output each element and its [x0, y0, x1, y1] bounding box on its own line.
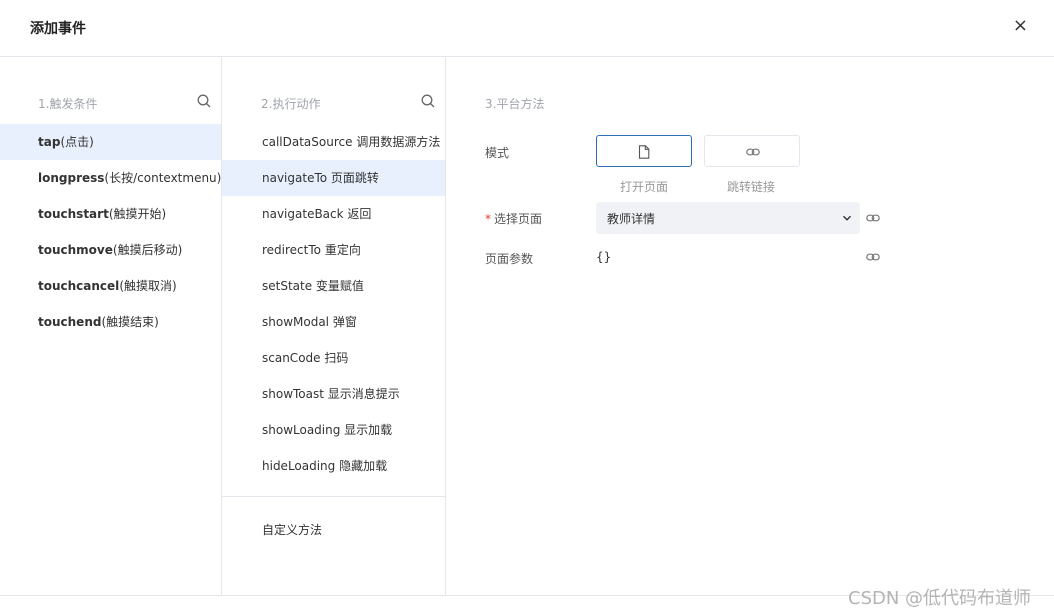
add-event-dialog: 添加事件 × 1.触发条件 tap(点击) longpress(长按/conte…: [0, 0, 1054, 615]
open-page-mode-button[interactable]: [596, 135, 692, 167]
trigger-item[interactable]: touchmove(触摸后移动): [0, 232, 221, 268]
custom-method-item[interactable]: 自定义方法: [262, 521, 322, 538]
trigger-column: 1.触发条件 tap(点击) longpress(长按/contextmenu)…: [0, 57, 222, 595]
action-item[interactable]: redirectTo 重定向: [222, 232, 445, 268]
trigger-item[interactable]: tap(点击): [0, 124, 221, 160]
action-heading: 2.执行动作: [261, 97, 321, 111]
action-item[interactable]: navigateBack 返回: [222, 196, 445, 232]
chevron-down-icon: [842, 215, 852, 221]
page-params-label: 页面参数: [485, 252, 534, 266]
link-icon: [746, 148, 760, 156]
action-item[interactable]: hideLoading 隐藏加载: [222, 448, 445, 484]
trigger-item[interactable]: touchstart(触摸开始): [0, 196, 221, 232]
action-item[interactable]: showLoading 显示加载: [222, 412, 445, 448]
action-item[interactable]: showToast 显示消息提示: [222, 376, 445, 412]
dialog-header: 添加事件 ×: [0, 0, 1054, 57]
select-page-label: * 选择页面: [485, 212, 543, 226]
page-select[interactable]: 教师详情: [596, 202, 860, 234]
open-page-label: 打开页面: [620, 180, 669, 194]
action-item[interactable]: callDataSource 调用数据源方法: [222, 124, 445, 160]
file-icon: [638, 145, 650, 159]
action-item[interactable]: navigateTo 页面跳转: [222, 160, 445, 196]
trigger-heading: 1.触发条件: [38, 97, 98, 111]
required-mark: *: [485, 212, 491, 226]
dialog-title: 添加事件: [30, 21, 86, 37]
trigger-item[interactable]: touchcancel(触摸取消): [0, 268, 221, 304]
mode-label: 模式: [485, 146, 510, 160]
action-list: callDataSource 调用数据源方法 navigateTo 页面跳转 n…: [222, 124, 445, 484]
action-item[interactable]: showModal 弹窗: [222, 304, 445, 340]
close-icon[interactable]: ×: [1013, 17, 1028, 35]
watermark: CSDN @低代码布道师: [848, 588, 1032, 609]
jump-link-label: 跳转链接: [727, 180, 776, 194]
platform-column: 3.平台方法 模式 打开页面 跳转链接 * 选择页面 教师详情 页面参数 {}: [446, 57, 1054, 595]
jump-link-mode-button[interactable]: [704, 135, 800, 167]
action-item[interactable]: setState 变量赋值: [222, 268, 445, 304]
trigger-list: tap(点击) longpress(长按/contextmenu) touchs…: [0, 124, 221, 340]
page-select-value: 教师详情: [607, 212, 656, 226]
trigger-item[interactable]: touchend(触摸结束): [0, 304, 221, 340]
action-item[interactable]: scanCode 扫码: [222, 340, 445, 376]
search-icon[interactable]: [421, 94, 435, 108]
search-icon[interactable]: [197, 94, 211, 108]
trigger-item[interactable]: longpress(长按/contextmenu): [0, 160, 221, 196]
page-params-value[interactable]: {}: [596, 250, 611, 264]
params-link-icon[interactable]: [866, 250, 880, 264]
action-column: 2.执行动作 callDataSource 调用数据源方法 navigateTo…: [222, 57, 446, 595]
platform-heading: 3.平台方法: [485, 97, 545, 111]
page-link-icon[interactable]: [866, 211, 880, 225]
divider: [222, 496, 446, 497]
